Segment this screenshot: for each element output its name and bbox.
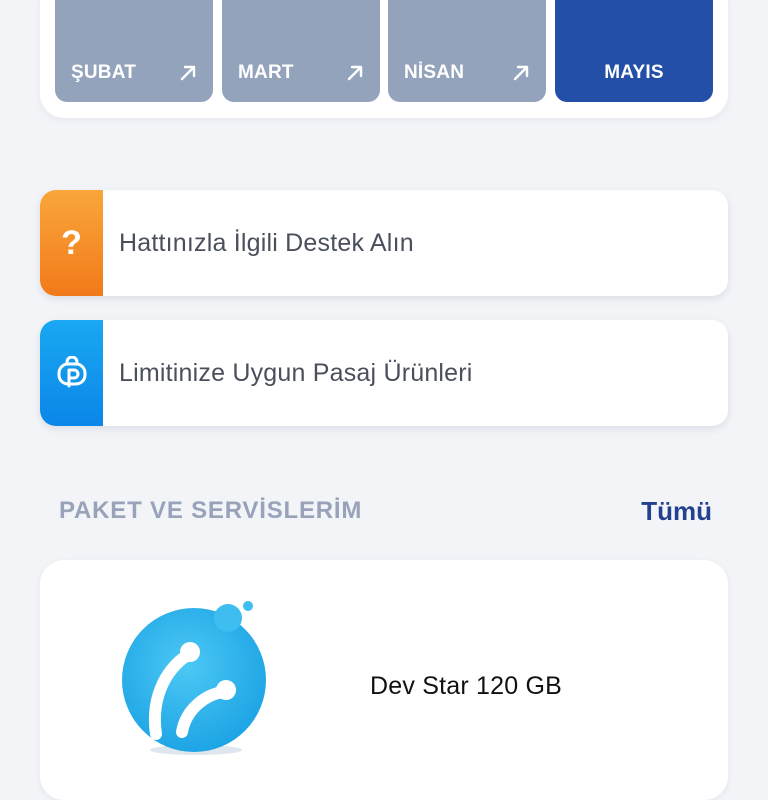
pasaj-badge	[40, 320, 103, 426]
arrow-up-right-icon	[180, 65, 196, 81]
month-tab-subat[interactable]: ŞUBAT	[55, 0, 213, 102]
month-tab-mart[interactable]: MART	[222, 0, 380, 102]
support-card[interactable]: ? Hattınızla İlgili Destek Alın	[40, 190, 728, 296]
see-all-link[interactable]: Tümü	[641, 496, 712, 527]
month-label: MAYIS	[604, 62, 664, 83]
pasaj-bag-icon	[57, 356, 86, 388]
month-label: ŞUBAT	[71, 62, 137, 83]
pasaj-products-card[interactable]: Limitinize Uygun Pasaj Ürünleri	[40, 320, 728, 426]
turkcell-logo-icon	[122, 601, 266, 755]
month-label: NİSAN	[404, 62, 465, 83]
arrow-up-right-icon	[347, 65, 363, 81]
support-label: Hattınızla İlgili Destek Alın	[119, 228, 414, 257]
section-title: PAKET VE SERVİSLERİM	[59, 497, 363, 524]
package-name: Dev Star 120 GB	[370, 672, 562, 700]
month-label: MART	[238, 62, 294, 83]
arrow-up-right-icon	[513, 65, 529, 81]
month-selector-card: ŞUBAT MART NİSAN MAYIS	[40, 0, 728, 118]
support-badge: ?	[40, 190, 103, 296]
package-card[interactable]: Dev Star 120 GB	[40, 560, 728, 800]
question-mark-icon: ?	[61, 223, 82, 262]
month-tab-mayis[interactable]: MAYIS	[555, 0, 713, 102]
pasaj-label: Limitinize Uygun Pasaj Ürünleri	[119, 358, 473, 387]
month-tab-nisan[interactable]: NİSAN	[388, 0, 546, 102]
